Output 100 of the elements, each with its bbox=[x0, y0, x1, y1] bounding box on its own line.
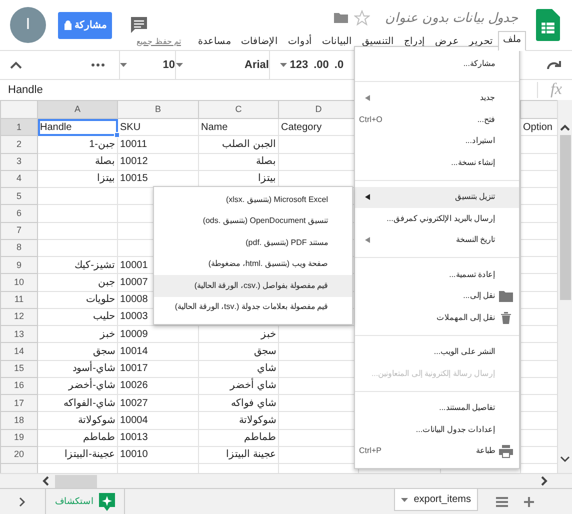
row-header[interactable]: 20 bbox=[0, 446, 38, 464]
chevron-right-icon bbox=[19, 496, 26, 506]
menu-item[interactable]: التنسيق bbox=[357, 32, 399, 50]
row-header[interactable]: 14 bbox=[0, 342, 38, 360]
row-header[interactable]: 12 bbox=[0, 308, 38, 326]
menu-item[interactable]: ملف bbox=[498, 30, 526, 50]
menu-item[interactable]: قيم مفصولة بعلامات جدولة (.tsv، الورقة الحالية) bbox=[154, 296, 352, 318]
row-header[interactable]: 2 bbox=[0, 136, 38, 153]
menu-item[interactable]: الإضافات bbox=[236, 32, 283, 50]
table-cell: 10012 bbox=[120, 156, 148, 168]
menu-item[interactable]: تنزيل بتنسيق bbox=[355, 186, 519, 208]
formula-value[interactable]: Handle bbox=[8, 82, 43, 98]
table-cell: بصلة bbox=[95, 156, 115, 168]
caret-icon bbox=[280, 63, 287, 67]
row-header[interactable]: 17 bbox=[0, 394, 38, 412]
table-cell: بيتزا bbox=[97, 173, 115, 184]
table-cell: خبز bbox=[100, 328, 115, 340]
column-header[interactable]: B bbox=[118, 100, 198, 118]
menu-item[interactable]: إعادة تسمية... bbox=[355, 264, 519, 286]
table-cell: سجق bbox=[93, 346, 115, 357]
row-header[interactable]: 7 bbox=[0, 222, 38, 240]
number-format-dropdown[interactable]: 123 bbox=[280, 56, 308, 74]
menu-item[interactable]: أدوات bbox=[283, 32, 317, 50]
row-header[interactable]: 13 bbox=[0, 326, 38, 343]
caret-icon bbox=[401, 498, 408, 502]
document-title[interactable]: جدول بيانات بدون عنوان bbox=[385, 8, 518, 28]
row-header[interactable]: 11 bbox=[0, 291, 38, 308]
row-header[interactable]: 4 bbox=[0, 170, 38, 188]
table-cell: عجينة-البيتزا bbox=[64, 449, 115, 460]
row-header[interactable]: 9 bbox=[0, 256, 38, 274]
table-cell: Category bbox=[281, 122, 322, 133]
menu-item[interactable]: إدراج bbox=[399, 32, 430, 50]
sheet-tab[interactable]: export_items bbox=[394, 489, 478, 511]
table-cell: طماطم bbox=[244, 432, 276, 444]
sheet-list-icon[interactable] bbox=[496, 497, 508, 507]
row-header[interactable]: 6 bbox=[0, 204, 38, 222]
menu-item[interactable]: إرسال بالبريد الإلكتروني كمرفق... bbox=[355, 208, 519, 230]
menu-item[interactable]: قيم مفصولة بفواصل (.csv، الورقة الحالية) bbox=[154, 275, 352, 296]
row-header[interactable]: 5 bbox=[0, 188, 38, 205]
column-header[interactable]: C bbox=[198, 100, 278, 118]
table-cell: 10017 bbox=[120, 363, 148, 374]
row-header[interactable]: 16 bbox=[0, 377, 38, 394]
menu-item[interactable]: نقل إلى المهملات bbox=[355, 307, 519, 328]
scroll-left-icon[interactable] bbox=[42, 476, 50, 486]
star-icon[interactable] bbox=[354, 10, 370, 26]
menu-item[interactable]: صفحة ويب (بتنسيق .html، مضغوطة) bbox=[154, 254, 352, 275]
table-cell: حليب bbox=[93, 311, 115, 322]
folder-icon[interactable] bbox=[334, 12, 348, 24]
menu-item[interactable]: البيانات bbox=[317, 32, 357, 50]
menu-item[interactable]: مستند PDF (بتنسيق .pdf) bbox=[154, 232, 352, 254]
trash-icon bbox=[499, 311, 513, 324]
menu-item[interactable]: تحرير bbox=[464, 32, 498, 50]
menu-item[interactable]: Microsoft Excel (بتنسيق .xlsx) bbox=[154, 189, 352, 210]
more-icon[interactable] bbox=[91, 63, 105, 67]
add-sheet-icon[interactable] bbox=[524, 497, 534, 507]
fx-label: fx bbox=[537, 82, 562, 98]
row-header[interactable]: 3 bbox=[0, 153, 38, 170]
collapse-icon[interactable] bbox=[10, 61, 22, 69]
row-header[interactable]: 15 bbox=[0, 360, 38, 378]
menu-item[interactable]: استيراد... bbox=[355, 130, 519, 152]
table-cell: شوكولاتة bbox=[239, 414, 276, 426]
row-header[interactable]: 18 bbox=[0, 412, 38, 429]
scroll-right-icon[interactable] bbox=[540, 476, 548, 486]
table-cell: 10011 bbox=[120, 138, 148, 150]
menu-item[interactable]: النشر على الويب... bbox=[355, 342, 519, 363]
saved-status-link[interactable]: تم حفظ جميع bbox=[136, 36, 181, 48]
menu-item[interactable]: تفاصيل المستند... bbox=[355, 398, 519, 419]
menu-item[interactable]: مشاركة... bbox=[355, 53, 519, 74]
table-cell: شوكولاتة bbox=[78, 414, 115, 426]
menu-item[interactable]: إعدادات جدول البيانات... bbox=[355, 419, 519, 440]
font-dropdown[interactable]: Arial bbox=[176, 51, 270, 79]
menu-item[interactable]: عرض bbox=[430, 32, 464, 50]
increase-decimals-button[interactable]: .00 bbox=[314, 56, 329, 74]
share-button[interactable]: مشاركة bbox=[58, 12, 112, 38]
menu-item[interactable]: تاريخ النسخة bbox=[355, 230, 519, 251]
row-header[interactable]: 8 bbox=[0, 239, 38, 256]
table-cell: شاي-الفواكه bbox=[64, 398, 115, 409]
menu-item[interactable]: نقل إلى... bbox=[355, 286, 519, 307]
row-header[interactable]: 1 bbox=[0, 118, 38, 136]
menu-item[interactable]: تنسيق OpenDocument (بتنسيق .ods) bbox=[154, 210, 352, 232]
menu-item[interactable]: مساعدة bbox=[193, 32, 236, 50]
table-cell: Name bbox=[201, 122, 228, 133]
comment-icon[interactable] bbox=[130, 16, 148, 34]
row-header[interactable]: 10 bbox=[0, 274, 38, 291]
scrollbar-thumb[interactable] bbox=[55, 474, 97, 488]
table-cell: بصلة bbox=[256, 156, 276, 168]
table-cell: بيتزا bbox=[258, 173, 276, 184]
table-cell: خبز bbox=[261, 328, 276, 340]
menu-item[interactable]: إنشاء نسخة... bbox=[355, 152, 519, 174]
redo-icon[interactable] bbox=[546, 60, 562, 70]
row-header[interactable]: 19 bbox=[0, 429, 38, 446]
column-header[interactable]: A bbox=[38, 100, 118, 118]
table-cell: جبن-1 bbox=[89, 138, 115, 150]
table-cell: 10014 bbox=[120, 346, 148, 357]
scrollbar-thumb[interactable] bbox=[560, 135, 570, 300]
scroll-down-icon[interactable] bbox=[560, 456, 570, 463]
font-size-dropdown[interactable]: 10 bbox=[120, 51, 176, 79]
scroll-up-icon[interactable] bbox=[560, 124, 570, 131]
decrease-decimals-button[interactable]: .0 bbox=[334, 56, 344, 74]
table-cell: Option bbox=[523, 122, 552, 133]
